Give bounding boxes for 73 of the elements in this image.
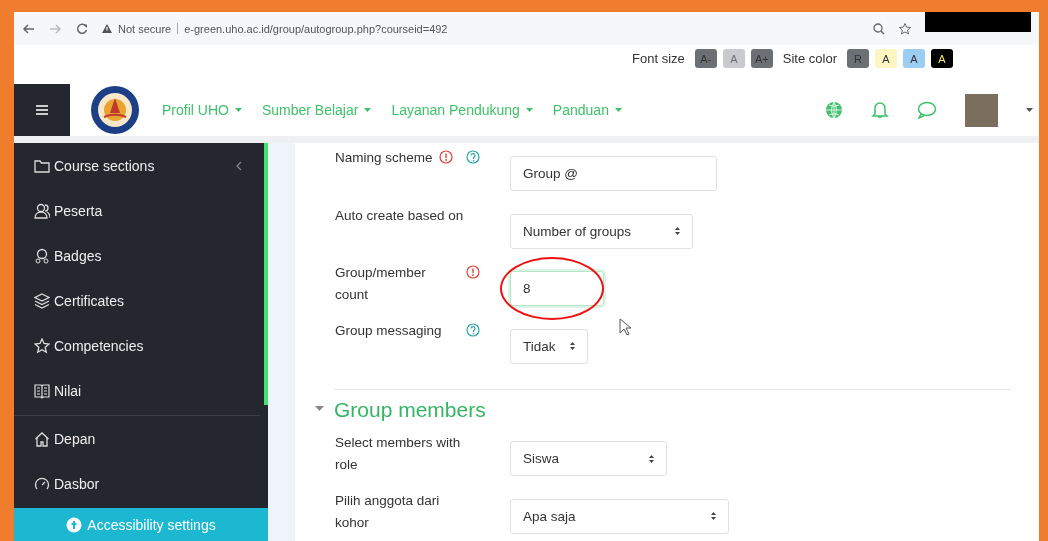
caret-icon (614, 108, 622, 112)
sort-arrows-icon (649, 454, 654, 463)
sidebar-item-label: Peserta (54, 202, 104, 219)
nav-menu-label: Profil UHO (162, 102, 229, 118)
accessibility-icon (66, 516, 83, 533)
mouse-cursor-icon (619, 318, 633, 336)
nav-menu-label: Panduan (552, 102, 609, 118)
caret-icon (1026, 108, 1033, 112)
sidebar-item-label: Nilai (54, 382, 83, 399)
menu-icon (36, 105, 48, 115)
field-label: Group/member count (335, 264, 427, 304)
chat-icon[interactable] (917, 101, 937, 119)
sidebar-item[interactable]: Certificates (14, 278, 268, 323)
field-label: Naming scheme (335, 149, 434, 167)
warning-icon (102, 24, 112, 33)
sidebar-item-label: Dasbor (54, 475, 101, 492)
site-color-button[interactable]: A (931, 49, 953, 68)
caret-icon (234, 108, 242, 112)
bell-icon[interactable] (871, 101, 889, 119)
field-label: Select members with role (335, 434, 462, 474)
select-field[interactable]: Tidak (510, 328, 588, 364)
back-icon[interactable] (22, 22, 35, 35)
reload-icon[interactable] (76, 22, 88, 35)
url-text[interactable]: e-green.uho.ac.id/group/autogroup.php?courseid=492 (184, 22, 448, 35)
sidebar-item-label: Certificates (54, 292, 126, 309)
caret-icon (364, 108, 372, 112)
section-title: Group members (334, 398, 486, 422)
field-label: Pilih anggota dari kohor (335, 491, 441, 532)
font-size-label: Font size (632, 51, 685, 66)
badge-icon (34, 247, 50, 264)
home-icon (34, 430, 50, 447)
university-logo[interactable] (90, 85, 140, 135)
sort-arrows-icon (711, 512, 716, 521)
text-field[interactable]: Group @ (510, 156, 717, 192)
book-icon (34, 382, 50, 399)
select-field[interactable]: Number of groups (510, 213, 693, 249)
sort-arrows-icon (675, 227, 680, 236)
layers-icon (34, 292, 50, 309)
zoom-icon[interactable] (873, 22, 885, 35)
field-label: Auto create based on (335, 206, 465, 225)
sidebar-item-label: Course sections (54, 157, 156, 174)
gauge-icon (34, 475, 50, 492)
avatar-photo[interactable] (965, 93, 998, 127)
sidebar-item-label: Depan (54, 430, 97, 447)
sidebar-item[interactable]: Course sections (14, 143, 268, 188)
select-field[interactable]: Siswa (510, 441, 667, 477)
field-label: Group messaging (335, 321, 443, 340)
star-icon[interactable] (899, 22, 911, 35)
help-icon[interactable] (466, 150, 480, 164)
sidebar-item[interactable]: Dasbor (14, 461, 268, 506)
menu-button[interactable] (14, 84, 70, 136)
select-field[interactable]: Apa saja (510, 498, 729, 534)
sidebar-item[interactable]: Depan (14, 416, 268, 461)
globe-icon[interactable] (825, 101, 843, 119)
help-icon[interactable] (466, 322, 480, 337)
site-color-button[interactable]: A (903, 49, 925, 68)
sort-arrows-icon (570, 342, 575, 351)
accessibility-settings-label: Accessibility settings (87, 516, 216, 533)
people-icon (34, 202, 50, 219)
folder-icon (34, 157, 50, 174)
sidebar-item[interactable]: Peserta (14, 188, 268, 233)
sidebar-item-label: Badges (54, 247, 103, 264)
sidebar-item[interactable]: Badges (14, 233, 268, 278)
sidebar-item-label: Competencies (54, 337, 145, 354)
security-label: Not secure (118, 22, 172, 35)
sidebar-item[interactable]: Nilai (14, 368, 268, 413)
site-color-button[interactable]: A (875, 49, 897, 68)
site-color-label: Site color (782, 51, 837, 66)
sidebar-item[interactable]: Competencies (14, 323, 268, 368)
chevron-left-icon[interactable] (236, 160, 242, 171)
text-field[interactable]: 8 (510, 271, 604, 307)
caret-icon (525, 108, 533, 112)
star-icon (34, 337, 50, 354)
